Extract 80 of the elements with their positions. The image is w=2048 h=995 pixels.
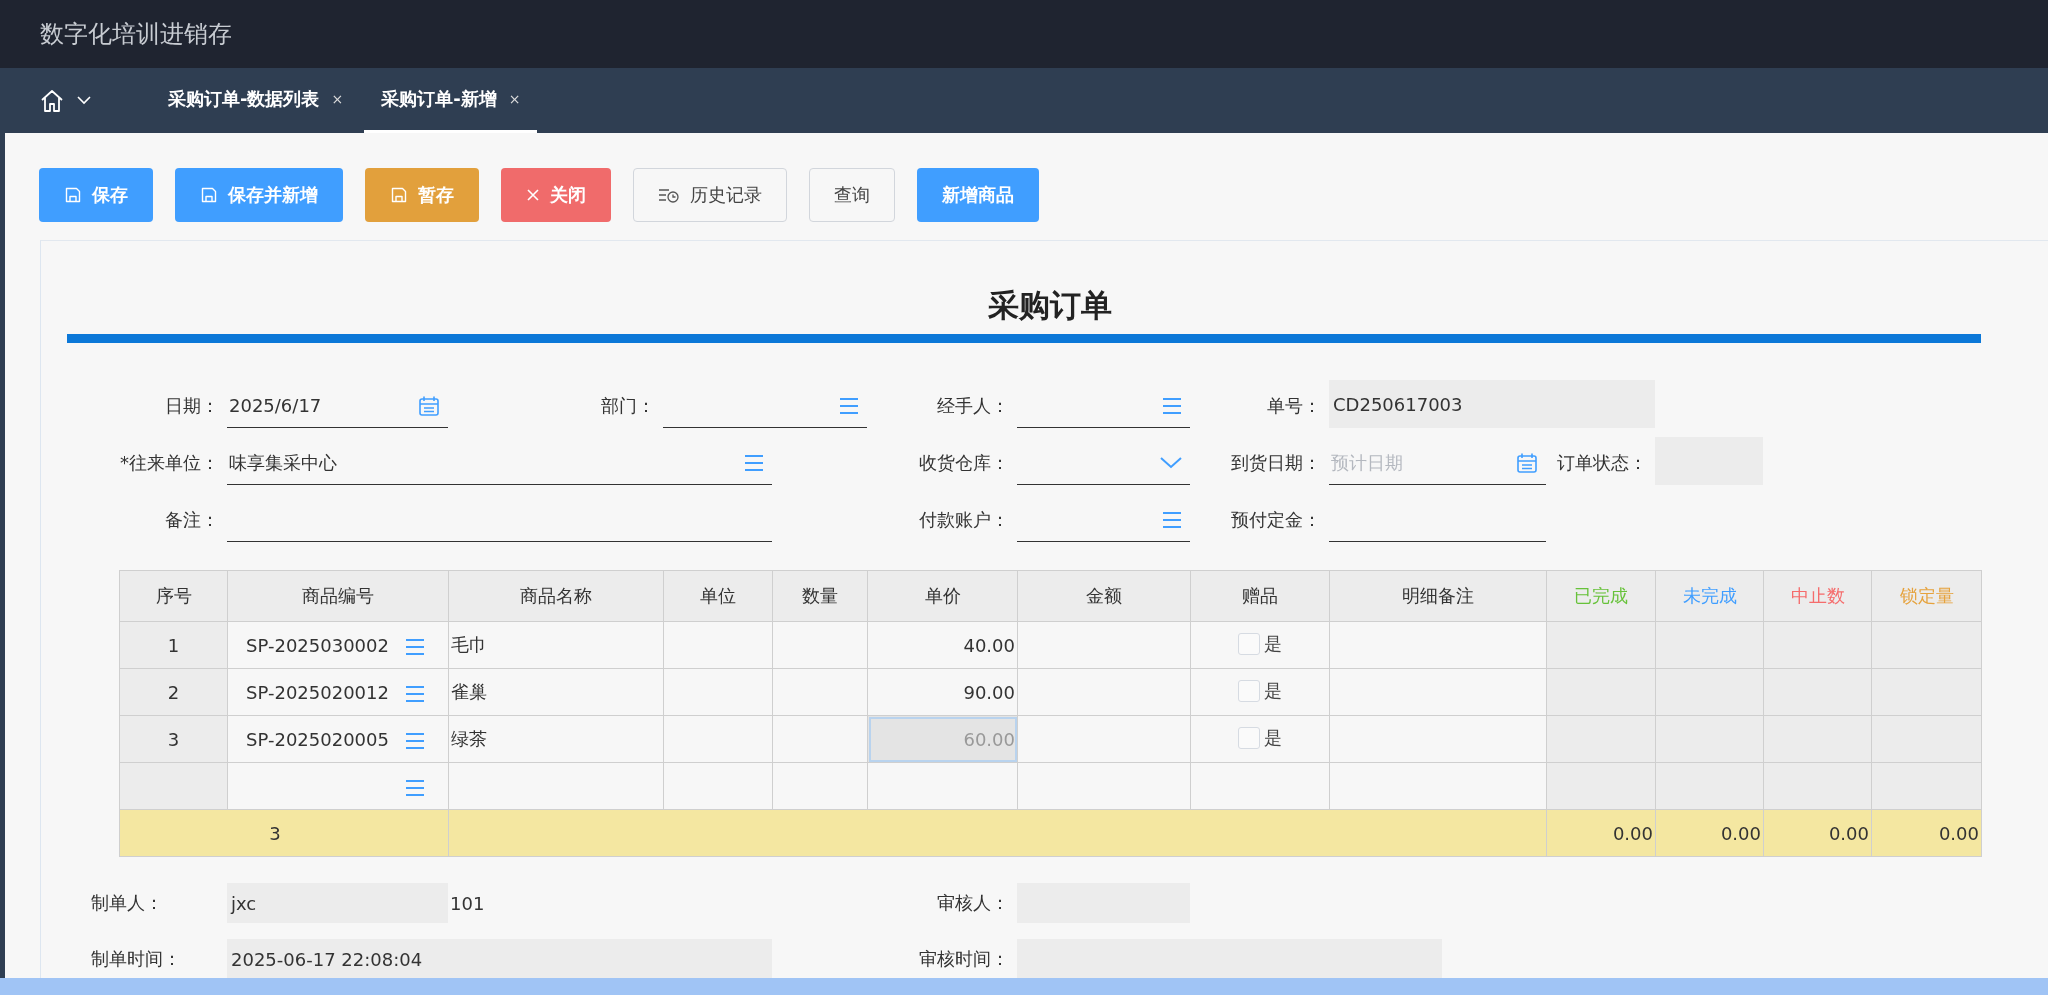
table-cell: 2 xyxy=(119,668,228,716)
checkbox[interactable] xyxy=(1238,726,1260,749)
readonly-field: 2025-06-17 22:08:04 xyxy=(227,939,772,979)
table-cell[interactable]: 90.00 xyxy=(867,668,1018,716)
column-header: 金额 xyxy=(1017,570,1191,622)
input-field[interactable]: 味享集采中心 xyxy=(227,441,772,485)
field-label: 预付定金： xyxy=(1230,508,1322,532)
close-icon xyxy=(526,188,540,202)
creator-code: 101 xyxy=(449,892,486,914)
column-header: 单位 xyxy=(663,570,773,622)
form-title: 采购订单 xyxy=(987,286,1113,322)
table-cell[interactable]: SP-2025030002 xyxy=(227,621,449,669)
field-label: 单号： xyxy=(1266,394,1322,418)
table-cell: 绿茶 xyxy=(448,715,664,763)
column-header: 序号 xyxy=(119,570,228,622)
column-header: 商品编号 xyxy=(227,570,449,622)
list-icon[interactable] xyxy=(744,453,764,472)
list-icon[interactable] xyxy=(1162,510,1182,529)
field-label: 付款账户： xyxy=(918,508,1010,532)
input-field[interactable]: 2025/6/17 xyxy=(227,384,448,428)
toolbar-button[interactable]: 历史记录 xyxy=(633,168,787,222)
table-cell: 3 xyxy=(119,715,228,763)
field-label: 审核时间： xyxy=(918,947,1010,971)
checkbox[interactable] xyxy=(1238,632,1260,655)
table-cell[interactable]: 40.00 xyxy=(867,621,1018,669)
list-icon[interactable] xyxy=(405,637,425,656)
checkbox-label: 是 xyxy=(1264,725,1282,750)
toolbar-button[interactable]: 查询 xyxy=(809,168,895,222)
column-header: 中止数 xyxy=(1763,570,1872,622)
field-label: 订单状态： xyxy=(1556,451,1648,475)
field-label: *往来单位： xyxy=(119,451,220,475)
column-header: 数量 xyxy=(772,570,868,622)
tab[interactable]: 采购订单-数据列表 × xyxy=(151,68,361,133)
new-entry-row[interactable] xyxy=(119,762,1982,810)
input-field[interactable]: CD250617003 xyxy=(1329,380,1655,428)
field-label: 部门： xyxy=(600,394,656,418)
history-icon xyxy=(658,186,680,204)
table-cell[interactable]: SP-2025020012 xyxy=(227,668,449,716)
checkbox-label: 是 xyxy=(1264,631,1282,656)
field-label: 备注： xyxy=(164,508,220,532)
list-icon[interactable] xyxy=(405,778,425,797)
checkbox-label: 是 xyxy=(1264,678,1282,703)
save-icon xyxy=(390,186,408,204)
list-icon[interactable] xyxy=(405,684,425,703)
app-title: 数字化培训进销存 xyxy=(40,19,232,50)
column-header: 单价 xyxy=(867,570,1018,622)
save-icon xyxy=(64,186,82,204)
summary-count: 3 xyxy=(119,809,449,857)
readonly-field: jxc xyxy=(227,883,448,923)
column-header: 商品名称 xyxy=(448,570,664,622)
table-cell[interactable]: SP-2025020005 xyxy=(227,715,449,763)
list-icon[interactable] xyxy=(405,731,425,750)
column-header: 已完成 xyxy=(1546,570,1656,622)
summary-cell: 0.00 xyxy=(1546,809,1656,857)
close-icon[interactable]: × xyxy=(508,91,521,107)
list-icon[interactable] xyxy=(1162,396,1182,415)
summary-cell: 0.00 xyxy=(1655,809,1764,857)
field-label: 收货仓库： xyxy=(918,451,1010,475)
calendar-icon[interactable] xyxy=(418,394,440,417)
field-label: 制单时间： xyxy=(91,947,182,971)
column-header: 赠品 xyxy=(1190,570,1330,622)
field-label: 经手人： xyxy=(936,394,1010,418)
checkbox[interactable] xyxy=(1238,679,1260,702)
save-icon xyxy=(200,186,218,204)
summary-cell: 0.00 xyxy=(1871,809,1982,857)
table-cell: 毛巾 xyxy=(448,621,664,669)
summary-cell: 0.00 xyxy=(1763,809,1872,857)
home-icon[interactable] xyxy=(39,87,65,114)
table-cell: 雀巢 xyxy=(448,668,664,716)
column-header: 未完成 xyxy=(1655,570,1764,622)
column-header: 锁定量 xyxy=(1871,570,1982,622)
field-label: 审核人： xyxy=(936,891,1010,915)
field-label: 到货日期： xyxy=(1230,451,1322,475)
column-header: 明细备注 xyxy=(1329,570,1547,622)
calendar-icon[interactable] xyxy=(1516,451,1538,474)
field-label: 日期： xyxy=(164,394,220,418)
field-label: 制单人： xyxy=(91,891,164,915)
table-cell: 1 xyxy=(119,621,228,669)
close-icon[interactable]: × xyxy=(331,91,344,107)
list-icon[interactable] xyxy=(839,396,859,415)
